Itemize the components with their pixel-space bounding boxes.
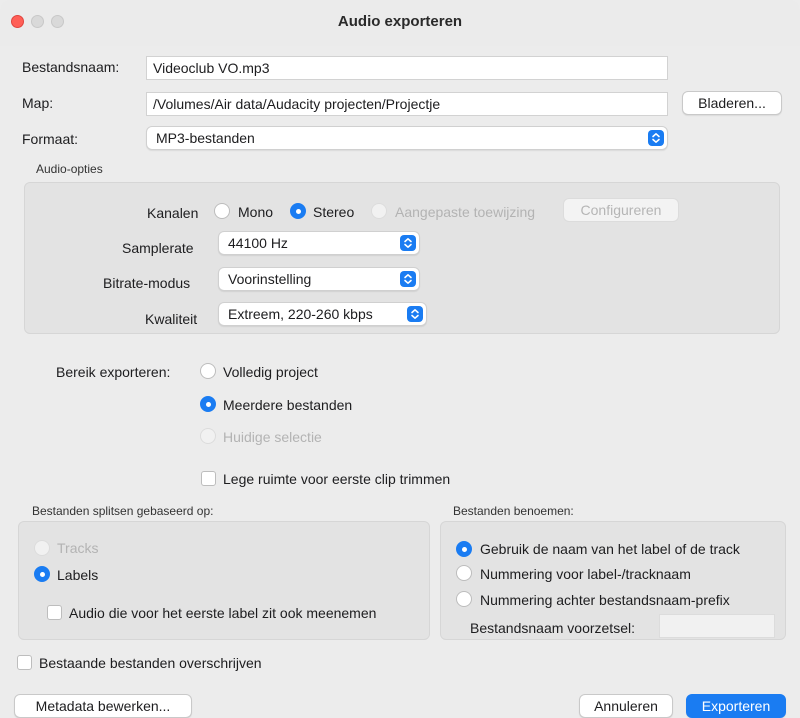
range-current-selection-label: Huidige selectie bbox=[223, 429, 322, 445]
naming-number-before-label: Nummering voor label-/tracknaam bbox=[480, 566, 691, 582]
export-dialog: Audio exporteren Bestandsnaam: Videoclub… bbox=[0, 0, 800, 718]
overwrite-checkbox[interactable] bbox=[17, 655, 32, 670]
quality-select-value: Extreem, 220-260 kbps bbox=[228, 306, 373, 322]
bitrate-mode-select-value: Voorinstelling bbox=[228, 271, 312, 287]
channel-stereo-label: Stereo bbox=[313, 204, 355, 220]
naming-section-label: Bestanden benoemen: bbox=[453, 504, 574, 518]
format-label: Formaat: bbox=[22, 131, 79, 147]
samplerate-label: Samplerate bbox=[122, 240, 194, 256]
format-select[interactable]: MP3-bestanden bbox=[146, 126, 668, 150]
filename-label: Bestandsnaam: bbox=[22, 59, 120, 75]
folder-input[interactable]: /Volumes/Air data/Audacity projecten/Pro… bbox=[146, 92, 668, 116]
trim-space-checkbox[interactable] bbox=[201, 471, 216, 486]
naming-label-name-radio[interactable] bbox=[456, 541, 472, 557]
audio-options-label: Audio-opties bbox=[36, 162, 103, 176]
channel-mono-radio[interactable] bbox=[214, 203, 230, 219]
range-full-project-label: Volledig project bbox=[223, 364, 318, 380]
format-select-value: MP3-bestanden bbox=[156, 130, 255, 146]
configure-button[interactable]: Configureren bbox=[563, 198, 679, 222]
overwrite-label: Bestaande bestanden overschrijven bbox=[39, 655, 262, 671]
title-bar: Audio exporteren bbox=[0, 0, 800, 46]
quality-select[interactable]: Extreem, 220-260 kbps bbox=[218, 302, 427, 326]
prefix-input[interactable] bbox=[659, 614, 775, 638]
browse-button[interactable]: Bladeren... bbox=[682, 91, 782, 115]
filename-input[interactable]: Videoclub VO.mp3 bbox=[146, 56, 668, 80]
dialog-title: Audio exporteren bbox=[337, 13, 463, 30]
prefix-label: Bestandsnaam voorzetsel: bbox=[470, 620, 635, 636]
split-labels-label: Labels bbox=[57, 567, 99, 583]
split-labels-radio[interactable] bbox=[34, 566, 50, 582]
edit-metadata-button[interactable]: Metadata bewerken... bbox=[14, 694, 192, 718]
channel-mono-label: Mono bbox=[238, 204, 274, 220]
naming-number-before-radio[interactable] bbox=[456, 565, 472, 581]
trim-space-label: Lege ruimte voor eerste clip trimmen bbox=[223, 471, 451, 487]
channel-stereo-radio[interactable] bbox=[290, 203, 306, 219]
folder-label: Map: bbox=[22, 95, 54, 111]
samplerate-select-value: 44100 Hz bbox=[228, 235, 288, 251]
split-tracks-label: Tracks bbox=[57, 540, 99, 556]
samplerate-select[interactable]: 44100 Hz bbox=[218, 231, 420, 255]
include-audio-checkbox[interactable] bbox=[47, 605, 62, 620]
chevron-up-down-icon bbox=[400, 235, 416, 251]
channel-custom-label: Aangepaste toewijzing bbox=[395, 204, 536, 220]
export-button[interactable]: Exporteren bbox=[686, 694, 786, 718]
chevron-up-down-icon bbox=[400, 271, 416, 287]
bitrate-mode-label: Bitrate-modus bbox=[103, 275, 191, 291]
cancel-button[interactable]: Annuleren bbox=[579, 694, 673, 718]
chevron-up-down-icon bbox=[407, 306, 423, 322]
naming-label-name-label: Gebruik de naam van het label of de trac… bbox=[480, 541, 740, 557]
chevron-up-down-icon bbox=[648, 130, 664, 146]
range-multiple-files-radio[interactable] bbox=[200, 396, 216, 412]
naming-number-after-label: Nummering achter bestandsnaam-prefix bbox=[480, 592, 730, 608]
range-full-project-radio[interactable] bbox=[200, 363, 216, 379]
include-audio-label: Audio die voor het eerste label zit ook … bbox=[69, 605, 377, 621]
bitrate-mode-select[interactable]: Voorinstelling bbox=[218, 267, 420, 291]
quality-label: Kwaliteit bbox=[145, 311, 198, 327]
export-range-label: Bereik exporteren: bbox=[56, 364, 171, 380]
split-tracks-radio[interactable] bbox=[34, 540, 50, 556]
channels-label: Kanalen bbox=[147, 205, 199, 221]
naming-number-after-radio[interactable] bbox=[456, 591, 472, 607]
range-current-selection-radio[interactable] bbox=[200, 428, 216, 444]
split-section-label: Bestanden splitsen gebaseerd op: bbox=[32, 504, 214, 518]
channel-custom-radio[interactable] bbox=[371, 203, 387, 219]
range-multiple-files-label: Meerdere bestanden bbox=[223, 397, 353, 413]
